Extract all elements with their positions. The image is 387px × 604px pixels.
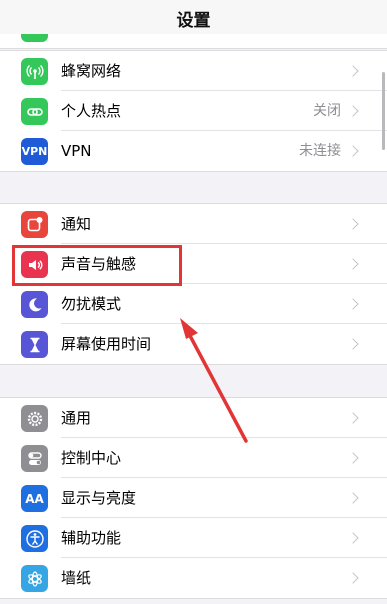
chevron-right-icon — [347, 65, 359, 77]
chevron-right-icon — [347, 452, 359, 464]
row-label: 通用 — [61, 409, 92, 427]
page-title: 设置 — [176, 11, 211, 31]
settings-row-control-center[interactable]: 控制中心 — [0, 438, 387, 478]
partial-icon — [21, 34, 48, 42]
row-label: VPN — [61, 142, 92, 160]
settings-row-notifications[interactable]: 通知 — [0, 204, 387, 244]
row-label: 辅助功能 — [61, 529, 122, 547]
chevron-right-icon — [347, 298, 359, 310]
accessibility-icon — [21, 525, 48, 552]
row-label: 墙纸 — [61, 569, 92, 587]
settings-row-do-not-disturb[interactable]: 勿扰模式 — [0, 284, 387, 324]
row-label: 蜂窝网络 — [61, 62, 122, 80]
toggle-switches-icon — [21, 445, 48, 472]
link-chain-icon — [21, 98, 48, 125]
settings-row-screen-time[interactable]: 屏幕使用时间 — [0, 324, 387, 364]
settings-row-general[interactable]: 通用 — [0, 398, 387, 438]
chevron-right-icon — [347, 492, 359, 504]
row-value: 关闭 — [313, 103, 341, 119]
network-group: 蜂窝网络 个人热点 关闭 VPN VPN 未连接 — [0, 50, 387, 172]
moon-icon — [21, 291, 48, 318]
notification-icon — [21, 211, 48, 238]
flower-icon — [21, 565, 48, 592]
antenna-icon — [21, 58, 48, 85]
row-label: 勿扰模式 — [61, 295, 122, 313]
chevron-right-icon — [347, 105, 359, 117]
settings-row-accessibility[interactable]: 辅助功能 — [0, 518, 387, 558]
settings-row-wallpaper[interactable]: 墙纸 — [0, 558, 387, 598]
partial-row — [0, 34, 387, 49]
chevron-right-icon — [347, 412, 359, 424]
row-label: 个人热点 — [61, 102, 122, 120]
row-label: 控制中心 — [61, 449, 122, 467]
display-icon-text: AA — [25, 491, 44, 506]
settings-row-cellular[interactable]: 蜂窝网络 — [0, 51, 387, 91]
chevron-right-icon — [347, 572, 359, 584]
chevron-right-icon — [347, 218, 359, 230]
highlight-box — [12, 245, 182, 286]
scrollbar[interactable] — [382, 72, 385, 150]
hourglass-icon — [21, 331, 48, 358]
vpn-icon: VPN — [21, 138, 48, 165]
row-label: 通知 — [61, 215, 92, 233]
general-group: 通用 控制中心 AA 显示与亮度 辅助功能 墙纸 — [0, 397, 387, 599]
settings-row-vpn[interactable]: VPN VPN 未连接 — [0, 131, 387, 171]
chevron-right-icon — [347, 258, 359, 270]
settings-row-display[interactable]: AA 显示与亮度 — [0, 478, 387, 518]
text-size-icon: AA — [21, 485, 48, 512]
row-label: 屏幕使用时间 — [61, 335, 152, 353]
chevron-right-icon — [347, 532, 359, 544]
settings-row-hotspot[interactable]: 个人热点 关闭 — [0, 91, 387, 131]
row-value: 未连接 — [299, 143, 341, 159]
chevron-right-icon — [347, 145, 359, 157]
vpn-icon-text: VPN — [21, 145, 48, 158]
gear-icon — [21, 405, 48, 432]
row-label: 显示与亮度 — [61, 489, 137, 507]
chevron-right-icon — [347, 338, 359, 350]
